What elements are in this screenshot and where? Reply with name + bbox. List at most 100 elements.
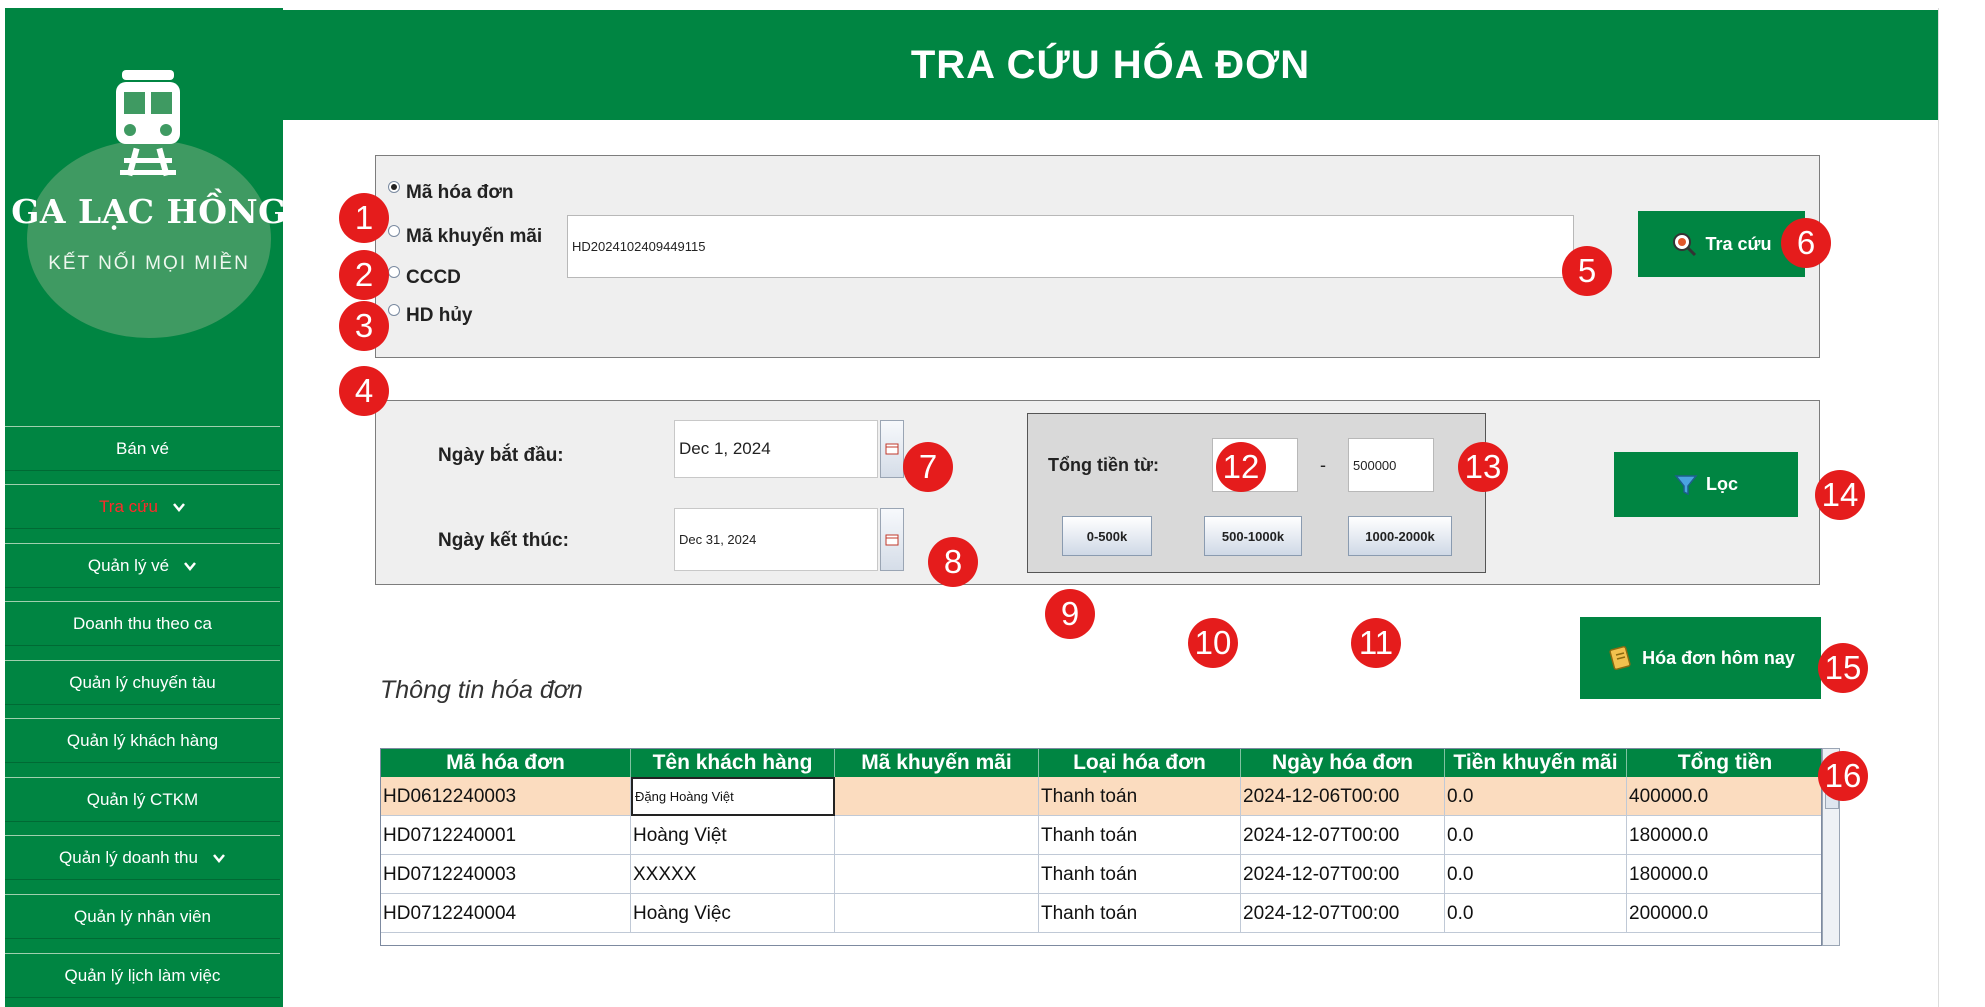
table-cell: XXXXX: [631, 855, 835, 894]
column-header[interactable]: Tên khách hàng: [631, 749, 835, 777]
start-date-field[interactable]: Dec 1, 2024: [674, 420, 878, 478]
annotation-badge: 9: [1045, 589, 1095, 639]
table-cell: Hoàng Việc: [631, 894, 835, 933]
annotation-badge: 3: [339, 301, 389, 351]
sidebar-item-quan-ly-nhan-vien[interactable]: Quản lý nhân viên: [5, 894, 280, 939]
sidebar-item-tra-cuu[interactable]: Tra cứu: [5, 484, 280, 529]
annotation-badge: 16: [1818, 751, 1868, 801]
radio-label: CCCD: [406, 267, 461, 288]
sidebar-item-label: Quản lý CTKM: [86, 789, 199, 809]
end-date-picker-button[interactable]: [880, 508, 904, 571]
table-cell: Thanh toán: [1039, 855, 1241, 894]
annotation-badge: 13: [1458, 442, 1508, 492]
chevron-down-icon: [213, 853, 225, 863]
column-header[interactable]: Tiền khuyến mãi: [1445, 749, 1627, 777]
preset-500-1000k-button[interactable]: 500-1000k: [1204, 516, 1302, 556]
search-input[interactable]: HD2024102409449115: [567, 215, 1574, 278]
end-date-field[interactable]: Dec 31, 2024: [674, 508, 878, 571]
sidebar-item-label: Quản lý chuyến tàu: [69, 672, 216, 692]
radio-cccd[interactable]: CCCD: [388, 266, 461, 289]
table-cell: 0.0: [1445, 855, 1627, 894]
table-cell: 2024-12-06T00:00: [1241, 777, 1445, 816]
search-icon: [1673, 233, 1697, 257]
radio-indicator: [388, 266, 400, 278]
radio-label: HD hủy: [406, 305, 473, 326]
preset-1000-2000k-button[interactable]: 1000-2000k: [1348, 516, 1452, 556]
table-row[interactable]: HD0712240004 Hoàng Việc Thanh toán 2024-…: [381, 894, 1821, 933]
logo-subtitle: KẾT NỐI MỌI MIỀN: [48, 253, 250, 274]
sidebar-item-label: Quản lý lịch làm việc: [64, 965, 221, 985]
annotation-badge: 4: [339, 366, 389, 416]
preset-0-500k-button[interactable]: 0-500k: [1062, 516, 1152, 556]
table-cell: 0.0: [1445, 777, 1627, 816]
total-from-label: Tổng tiền từ:: [1048, 455, 1160, 475]
sidebar-item-ban-ve[interactable]: Bán vé: [5, 426, 280, 471]
filter-button[interactable]: Lọc: [1614, 452, 1798, 517]
chevron-down-icon: [184, 561, 197, 571]
sidebar-item-label: Quản lý nhân viên: [73, 906, 212, 926]
divider: [1938, 8, 1939, 1007]
column-header[interactable]: Loại hóa đơn: [1039, 749, 1241, 777]
table-cell: [835, 855, 1039, 894]
table-cell: [835, 894, 1039, 933]
table-cell: 400000.0: [1629, 785, 1709, 807]
column-header[interactable]: Tổng tiền: [1627, 749, 1821, 777]
table-cell: HD0712240001: [381, 816, 631, 855]
sidebar-item-quan-ly-chuyen-tau[interactable]: Quản lý chuyến tàu: [5, 660, 280, 705]
table-cell-editing[interactable]: Đặng Hoàng Việt: [631, 777, 835, 816]
sidebar-item-label: Quản lý vé: [87, 555, 170, 575]
table-row[interactable]: HD0712240001 Hoàng Việt Thanh toán 2024-…: [381, 816, 1821, 855]
column-header[interactable]: Ngày hóa đơn: [1241, 749, 1445, 777]
table-header: Mã hóa đơn Tên khách hàng Mã khuyến mãi …: [381, 749, 1821, 777]
sidebar-item-quan-ly-doanh-thu[interactable]: Quản lý doanh thu: [5, 835, 280, 880]
train-icon: [116, 70, 180, 177]
sidebar-item-quan-ly-ctkm[interactable]: Quản lý CTKM: [5, 777, 280, 822]
calendar-icon: [885, 443, 899, 455]
table-cell: 2024-12-07T00:00: [1241, 816, 1445, 855]
calendar-icon: [885, 534, 899, 545]
table-cell: [835, 816, 1039, 855]
sidebar-item-quan-ly-khach-hang[interactable]: Quản lý khách hàng: [5, 718, 280, 763]
sidebar-item-label: Tra cứu: [99, 496, 158, 516]
radio-indicator: [388, 304, 400, 316]
start-date-picker-button[interactable]: [880, 420, 904, 478]
annotation-badge: 14: [1815, 470, 1865, 520]
table-cell: 2024-12-07T00:00: [1241, 894, 1445, 933]
sidebar-item-doanh-thu-theo-ca[interactable]: Doanh thu theo ca: [5, 601, 280, 646]
column-header[interactable]: Mã khuyến mãi: [835, 749, 1039, 777]
radio-ma-hoa-don[interactable]: Mã hóa đơn: [388, 181, 514, 204]
invoice-table: Mã hóa đơn Tên khách hàng Mã khuyến mãi …: [380, 748, 1822, 946]
preset-label: 0-500k: [1086, 528, 1128, 544]
preset-label: 1000-2000k: [1365, 528, 1435, 544]
sidebar-item-label: Quản lý doanh thu: [59, 847, 198, 867]
sidebar-item-label: Bán vé: [116, 438, 169, 458]
today-invoices-label: Hóa đơn hôm nay: [1642, 647, 1795, 668]
page-title: TRA CỨU HÓA ĐƠN: [910, 42, 1311, 87]
filter-icon: [1674, 474, 1698, 495]
sidebar-item-quan-ly-lich-lam-viec[interactable]: Quản lý lịch làm việc: [5, 953, 280, 998]
table-cell: 180000.0: [1629, 863, 1709, 885]
search-button[interactable]: Tra cứu: [1638, 211, 1805, 277]
table-row[interactable]: HD0612240003 Đặng Hoàng Việt Thanh toán …: [381, 777, 1821, 816]
column-header[interactable]: Mã hóa đơn: [381, 749, 631, 777]
table-cell: Thanh toán: [1039, 816, 1241, 855]
annotation-badge: 12: [1216, 442, 1266, 492]
sidebar-item-quan-ly-ve[interactable]: Quản lý vé: [5, 543, 280, 588]
radio-hd-huy[interactable]: HD hủy: [388, 304, 473, 327]
radio-label: Mã khuyến mãi: [406, 226, 543, 247]
table-cell: 0.0: [1445, 816, 1627, 855]
table-cell: Thanh toán: [1039, 777, 1241, 816]
table-row[interactable]: HD0712240003 XXXXX Thanh toán 2024-12-07…: [381, 855, 1821, 894]
annotation-badge: 6: [1781, 218, 1831, 268]
table-cell: [835, 777, 1039, 816]
radio-ma-khuyen-mai[interactable]: Mã khuyến mãi: [388, 225, 543, 248]
search-input-value: HD2024102409449115: [572, 239, 706, 254]
page-header: TRA CỨU HÓA ĐƠN: [283, 10, 1938, 120]
table-cell: Thanh toán: [1039, 894, 1241, 933]
radio-label: Mã hóa đơn: [406, 182, 514, 203]
start-date-label: Ngày bắt đầu:: [438, 445, 564, 466]
radio-selected-indicator: [388, 181, 400, 193]
total-to-input[interactable]: 500000: [1348, 438, 1434, 492]
logo-title: GA LẠC HỒNG: [11, 192, 287, 231]
today-invoices-button[interactable]: Hóa đơn hôm nay: [1580, 617, 1821, 699]
